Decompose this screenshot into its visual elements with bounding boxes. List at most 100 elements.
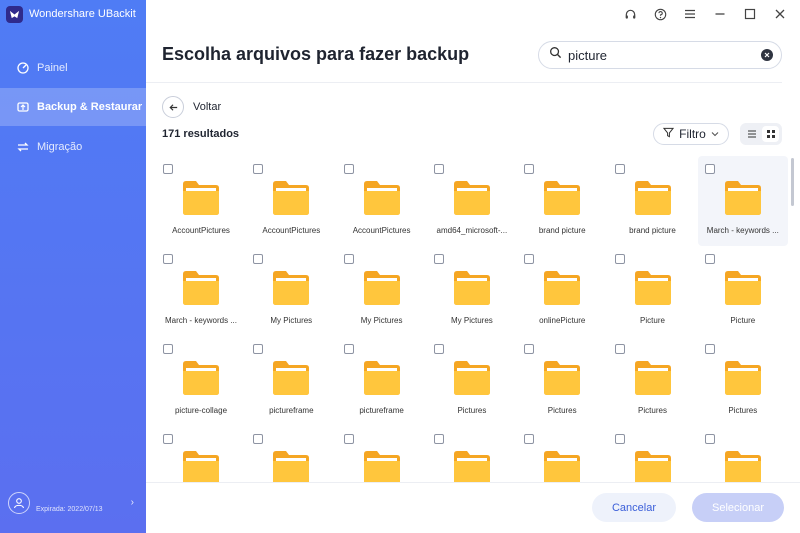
- search-box[interactable]: [538, 41, 782, 69]
- chevron-right-icon[interactable]: ›: [131, 497, 134, 508]
- folder-checkbox[interactable]: [524, 254, 535, 264]
- folder-checkbox[interactable]: [163, 254, 173, 264]
- folder-name: brand picture: [538, 226, 586, 235]
- folder-item[interactable]: Picture: [608, 246, 698, 336]
- folder-item[interactable]: [608, 426, 698, 482]
- folder-item[interactable]: pictureframe: [337, 336, 427, 426]
- folder-item[interactable]: March - keywords ...: [697, 156, 788, 246]
- search-input[interactable]: [568, 47, 755, 63]
- folder-icon: [542, 448, 582, 482]
- folder-checkbox[interactable]: [433, 434, 444, 444]
- arrow-left-icon[interactable]: [162, 96, 184, 118]
- folder-item[interactable]: [427, 426, 517, 482]
- close-icon[interactable]: [770, 4, 790, 24]
- folder-item[interactable]: pictureframe: [246, 336, 336, 426]
- filter-dropdown[interactable]: Filtro: [653, 123, 729, 145]
- folder-checkbox[interactable]: [614, 254, 625, 264]
- folder-checkbox[interactable]: [343, 344, 354, 354]
- folder-item[interactable]: [337, 426, 427, 482]
- folder-checkbox[interactable]: [343, 164, 354, 174]
- folder-checkbox[interactable]: [253, 344, 264, 354]
- folder-name: My Pictures: [270, 316, 313, 325]
- filter-icon: [663, 127, 675, 141]
- folder-item[interactable]: Pictures: [608, 336, 698, 426]
- folder-item[interactable]: AccountPictures: [246, 156, 336, 246]
- folder-icon: [542, 268, 582, 306]
- folder-checkbox[interactable]: [704, 164, 715, 174]
- folder-checkbox[interactable]: [704, 434, 715, 444]
- scrollbar-thumb[interactable]: [791, 158, 794, 206]
- folder-icon: [633, 358, 673, 396]
- menu-icon[interactable]: [680, 4, 700, 24]
- headset-icon[interactable]: [620, 4, 640, 24]
- folder-icon: [542, 178, 582, 216]
- folder-item[interactable]: AccountPictures: [337, 156, 427, 246]
- folder-icon: [452, 358, 492, 396]
- folder-checkbox[interactable]: [163, 164, 173, 174]
- folder-item[interactable]: Pictures: [698, 336, 788, 426]
- folder-checkbox[interactable]: [343, 434, 354, 444]
- folder-name: pictureframe: [359, 406, 404, 415]
- footer-divider: [146, 482, 800, 483]
- folder-checkbox[interactable]: [433, 164, 444, 174]
- folder-checkbox[interactable]: [253, 254, 264, 264]
- folder-checkbox[interactable]: [343, 254, 354, 264]
- folder-item[interactable]: Pictures: [517, 336, 607, 426]
- folder-item[interactable]: March - keywords ...: [156, 246, 246, 336]
- folder-item[interactable]: Picture: [698, 246, 788, 336]
- folder-checkbox[interactable]: [614, 434, 625, 444]
- folder-icon: [452, 448, 492, 482]
- folder-checkbox[interactable]: [524, 164, 535, 174]
- folder-name: pictureframe: [269, 406, 314, 415]
- folder-item[interactable]: onlinePicture: [517, 246, 607, 336]
- folder-icon: [542, 358, 582, 396]
- dashboard-icon: [16, 62, 29, 75]
- folder-checkbox[interactable]: [614, 344, 625, 354]
- folder-checkbox[interactable]: [524, 344, 535, 354]
- folder-checkbox[interactable]: [524, 434, 535, 444]
- folder-item[interactable]: AccountPictures: [156, 156, 246, 246]
- folder-item[interactable]: picture-collage: [156, 336, 246, 426]
- folder-item[interactable]: My Pictures: [427, 246, 517, 336]
- help-icon[interactable]: [650, 4, 670, 24]
- list-view-icon[interactable]: [743, 126, 760, 142]
- avatar[interactable]: [8, 492, 30, 514]
- folder-checkbox[interactable]: [253, 164, 264, 174]
- folder-item[interactable]: Pictures: [427, 336, 517, 426]
- folder-checkbox[interactable]: [433, 344, 444, 354]
- maximize-icon[interactable]: [740, 4, 760, 24]
- folder-item[interactable]: [517, 426, 607, 482]
- sidebar-item-migracao[interactable]: Migração: [0, 128, 146, 166]
- folder-checkbox[interactable]: [704, 254, 715, 264]
- folder-checkbox[interactable]: [163, 434, 173, 444]
- back-label[interactable]: Voltar: [193, 101, 221, 113]
- folder-name: March - keywords ...: [706, 226, 779, 235]
- back-button[interactable]: Voltar: [162, 96, 221, 118]
- folder-icon: [271, 268, 311, 306]
- folder-item[interactable]: My Pictures: [246, 246, 336, 336]
- account-panel[interactable]: Expirada: 2022/07/13 ›: [8, 492, 138, 522]
- folder-checkbox[interactable]: [433, 254, 444, 264]
- minimize-icon[interactable]: [710, 4, 730, 24]
- folder-item[interactable]: [246, 426, 336, 482]
- sidebar-item-backup-restaurar[interactable]: Backup & Restaurar: [0, 88, 146, 126]
- folder-item[interactable]: brand picture: [608, 156, 698, 246]
- grid-view-icon[interactable]: [762, 126, 779, 142]
- ubackit-logo-icon: [6, 5, 23, 23]
- folder-item[interactable]: brand picture: [517, 156, 607, 246]
- select-button[interactable]: Selecionar: [692, 493, 784, 522]
- folder-item[interactable]: amd64_microsoft-...: [427, 156, 517, 246]
- folder-checkbox[interactable]: [253, 434, 264, 444]
- folder-icon: [723, 358, 763, 396]
- folder-checkbox[interactable]: [704, 344, 715, 354]
- folder-checkbox[interactable]: [163, 344, 173, 354]
- folder-icon: [271, 448, 311, 482]
- sidebar-item-label: Painel: [37, 62, 68, 74]
- sidebar-item-painel[interactable]: Painel: [0, 49, 146, 87]
- cancel-button[interactable]: Cancelar: [592, 493, 676, 522]
- clear-search-icon[interactable]: [761, 49, 773, 61]
- folder-item[interactable]: My Pictures: [337, 246, 427, 336]
- folder-checkbox[interactable]: [614, 164, 625, 174]
- folder-item[interactable]: [698, 426, 788, 482]
- folder-item[interactable]: [156, 426, 246, 482]
